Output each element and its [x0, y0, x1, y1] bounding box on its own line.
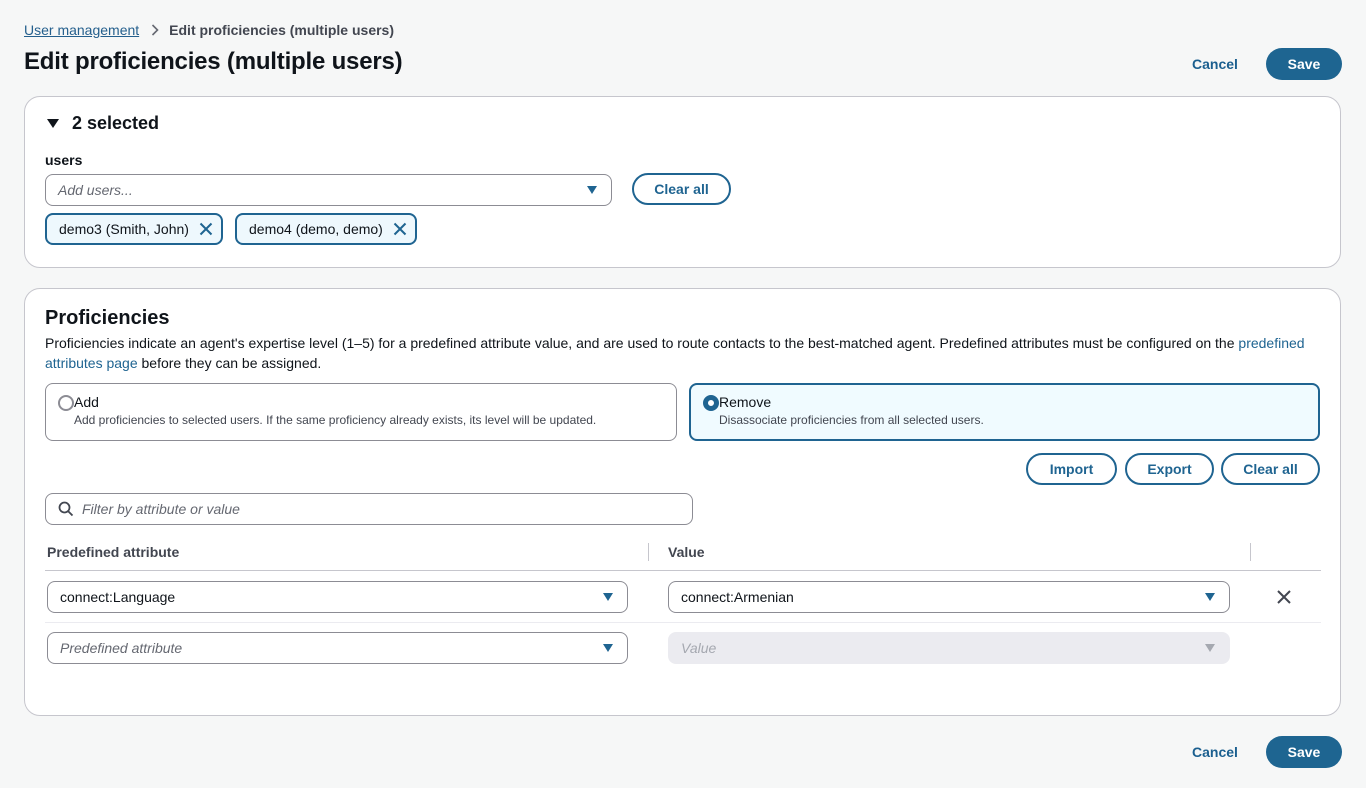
import-button[interactable]: Import	[1026, 453, 1117, 485]
radio-button-add[interactable]	[58, 395, 74, 411]
dropdown-caret-icon	[587, 186, 597, 194]
close-icon[interactable]	[199, 222, 213, 236]
export-button[interactable]: Export	[1125, 453, 1214, 485]
mode-option-description: Add proficiencies to selected users. If …	[74, 413, 597, 427]
description-text: Proficiencies indicate an agent's expert…	[45, 335, 1239, 351]
dropdown-caret-icon	[1205, 593, 1215, 601]
value-select-value: connect:Armenian	[681, 589, 794, 605]
description-text-end: before they can be assigned.	[137, 355, 322, 371]
selection-expander[interactable]: 2 selected	[47, 113, 159, 134]
breadcrumb: User management Edit proficiencies (mult…	[24, 20, 394, 40]
attribute-select[interactable]: connect:Language	[47, 581, 628, 613]
new-attribute-placeholder: Predefined attribute	[60, 640, 183, 656]
new-value-placeholder: Value	[681, 640, 717, 656]
page-title: Edit proficiencies (multiple users)	[24, 48, 403, 75]
user-token-label: demo4 (demo, demo)	[249, 221, 383, 237]
proficiencies-heading: Proficiencies	[45, 307, 170, 329]
column-header-attribute: Predefined attribute	[47, 544, 180, 560]
radio-button-remove[interactable]	[703, 395, 719, 411]
filter-placeholder: Filter by attribute or value	[82, 501, 240, 517]
mode-option-label: Add	[74, 394, 99, 410]
column-divider	[648, 543, 649, 561]
clear-all-users-button[interactable]: Clear all	[632, 173, 731, 205]
user-token: demo3 (Smith, John)	[45, 213, 223, 245]
new-attribute-select[interactable]: Predefined attribute	[47, 632, 628, 664]
selection-heading: 2 selected	[72, 113, 160, 133]
users-select[interactable]: Add users...	[45, 174, 612, 206]
clear-all-proficiencies-button[interactable]: Clear all	[1221, 453, 1320, 485]
chevron-right-icon	[151, 24, 159, 36]
row-divider	[45, 622, 1321, 623]
proficiencies-description: Proficiencies indicate an agent's expert…	[45, 333, 1305, 373]
column-header-value: Value	[668, 544, 705, 560]
search-icon	[58, 501, 74, 517]
breadcrumb-link-user-management[interactable]: User management	[24, 22, 139, 38]
mode-option-description: Disassociate proficiencies from all sele…	[719, 413, 984, 427]
dropdown-caret-icon	[603, 644, 613, 652]
mode-option-remove[interactable]: Remove Disassociate proficiencies from a…	[689, 383, 1320, 441]
dropdown-caret-icon	[1205, 644, 1215, 652]
mode-option-label: Remove	[719, 394, 772, 410]
proficiencies-panel: Proficiencies Proficiencies indicate an …	[24, 288, 1341, 716]
value-select[interactable]: connect:Armenian	[668, 581, 1230, 613]
save-button[interactable]: Save	[1266, 48, 1342, 80]
mode-option-add[interactable]: Add Add proficiencies to selected users.…	[45, 383, 677, 441]
column-divider	[1250, 543, 1251, 561]
breadcrumb-current: Edit proficiencies (multiple users)	[169, 22, 394, 38]
footer-save-button[interactable]: Save	[1266, 736, 1342, 768]
users-placeholder: Add users...	[58, 182, 133, 198]
new-value-select: Value	[668, 632, 1230, 664]
caret-down-icon	[47, 119, 59, 128]
dropdown-caret-icon	[603, 593, 613, 601]
filter-input[interactable]: Filter by attribute or value	[45, 493, 693, 525]
user-token-label: demo3 (Smith, John)	[59, 221, 189, 237]
close-icon[interactable]	[393, 222, 407, 236]
selection-panel: 2 selected users Add users... Clear all …	[24, 96, 1341, 268]
table-header-divider	[45, 570, 1321, 571]
remove-row-close-icon[interactable]	[1277, 590, 1291, 604]
users-label: users	[45, 152, 83, 168]
footer-cancel-button[interactable]: Cancel	[1190, 743, 1240, 761]
cancel-button[interactable]: Cancel	[1190, 55, 1240, 73]
attribute-select-value: connect:Language	[60, 589, 176, 605]
user-token: demo4 (demo, demo)	[235, 213, 417, 245]
